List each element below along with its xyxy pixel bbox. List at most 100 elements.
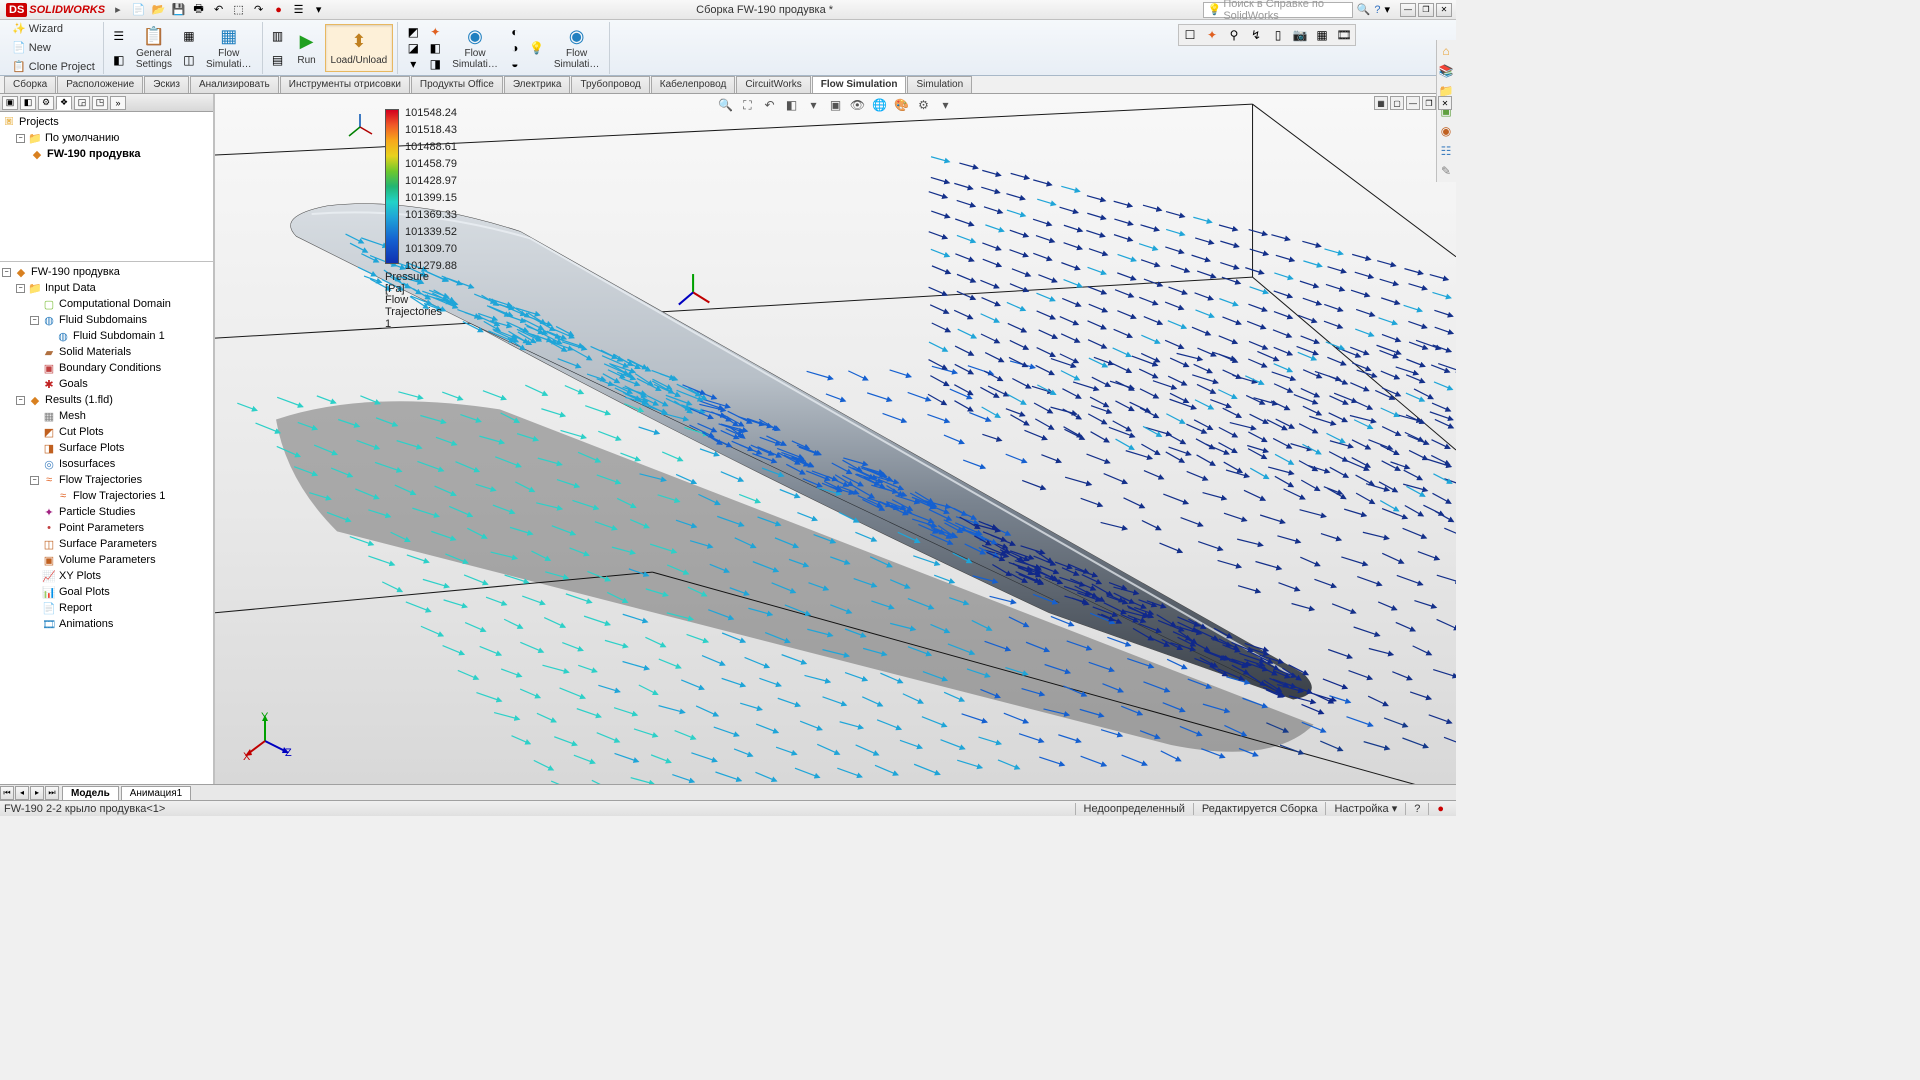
graphics-viewport[interactable]: 🔍 ⛶ ↶ ◧ ▾ ▣ 👁 🌐 🎨 ⚙ ▾ ▦ ▢ — ❐ ✕ 101548.2… <box>215 94 1456 784</box>
collapse-icon[interactable]: − <box>16 134 25 143</box>
menu-dropdown[interactable]: ▸ <box>115 3 121 16</box>
panel-tab-6[interactable]: ◳ <box>92 96 108 110</box>
search-icon[interactable]: 🔍 <box>1357 3 1371 16</box>
qat-options-icon[interactable]: ☰ <box>291 2 307 18</box>
task-appear-icon[interactable]: ◉ <box>1437 122 1455 140</box>
small-icon-14[interactable]: ◑ <box>506 40 524 56</box>
panel-tab-2[interactable]: ◧ <box>20 96 36 110</box>
tree-xy-plots[interactable]: 📈XY Plots <box>2 568 211 584</box>
flow-sim-button-2[interactable]: ◉ Flow Simulati… <box>446 24 504 72</box>
general-settings-button[interactable]: 📋 General Settings <box>130 24 178 72</box>
display-style-icon[interactable]: ▣ <box>827 96 845 114</box>
small-icon-12[interactable]: ◨ <box>426 56 444 72</box>
tree-projects-root[interactable]: 🞖 Projects <box>2 114 211 130</box>
tab-model[interactable]: Модель <box>62 786 119 800</box>
tree-report[interactable]: 📄Report <box>2 600 211 616</box>
tree-fluid-sub[interactable]: −◍Fluid Subdomains <box>2 312 211 328</box>
panel-tab-5[interactable]: ◲ <box>74 96 90 110</box>
tab-evaluate[interactable]: Анализировать <box>190 76 279 93</box>
ctx-icon-2[interactable]: ✦ <box>1203 27 1221 43</box>
ctx-icon-1[interactable]: ☐ <box>1181 27 1199 43</box>
vp-min-icon[interactable]: — <box>1406 96 1420 110</box>
tree-flow-traj[interactable]: −≈Flow Trajectories <box>2 472 211 488</box>
qat-dropdown-icon[interactable]: ▾ <box>311 2 327 18</box>
prev-view-icon[interactable]: ↶ <box>761 96 779 114</box>
small-icon-16[interactable]: 💡 <box>528 40 546 56</box>
tree-goals[interactable]: ✱Goals <box>2 376 211 392</box>
tab-simulation[interactable]: Simulation <box>907 76 972 93</box>
task-forum-icon[interactable]: ✎ <box>1437 162 1455 180</box>
tab-animation[interactable]: Анимация1 <box>121 786 192 800</box>
small-icon-7[interactable]: ◩ <box>404 24 422 40</box>
tab-cabling[interactable]: Кабелепровод <box>651 76 736 93</box>
tree-comp-domain[interactable]: ▢Computational Domain <box>2 296 211 312</box>
qat-print-icon[interactable]: 🖶 <box>191 2 207 18</box>
tree-default[interactable]: − 📁 По умолчанию <box>2 130 211 146</box>
clone-project-button[interactable]: 📋 Clone Project <box>8 58 99 75</box>
vp-max-icon[interactable]: ❐ <box>1422 96 1436 110</box>
task-lib-icon[interactable]: 📚 <box>1437 62 1455 80</box>
small-icon-1[interactable]: ☰ <box>110 28 128 44</box>
zoom-fit-icon[interactable]: 🔍 <box>717 96 735 114</box>
close-button[interactable]: ✕ <box>1436 3 1452 17</box>
appearance-icon[interactable]: 🎨 <box>893 96 911 114</box>
ctx-icon-6[interactable]: 📷 <box>1291 27 1309 43</box>
load-unload-button[interactable]: ⬍ Load/Unload <box>325 24 394 72</box>
tree-point-param[interactable]: •Point Parameters <box>2 520 211 536</box>
hide-show-icon[interactable]: 👁 <box>849 96 867 114</box>
tab-sketch[interactable]: Эскиз <box>144 76 189 93</box>
help-search-box[interactable]: 💡 Поиск в Справке по SolidWorks <box>1203 2 1353 18</box>
panel-tab-4[interactable]: ❖ <box>56 96 72 110</box>
tree-cut-plots[interactable]: ◩Cut Plots <box>2 424 211 440</box>
vp-single-icon[interactable]: ▢ <box>1390 96 1404 110</box>
wizard-button[interactable]: ✨ Wizard <box>8 20 67 37</box>
ctx-icon-7[interactable]: ▦ <box>1313 27 1331 43</box>
view-dropdown-icon[interactable]: ▾ <box>937 96 955 114</box>
expand-icon[interactable]: − <box>30 476 39 485</box>
expand-icon[interactable]: − <box>16 284 25 293</box>
nav-next-icon[interactable]: ▸ <box>30 786 44 800</box>
view-orient-icon[interactable]: ▾ <box>805 96 823 114</box>
small-icon-2[interactable]: ◧ <box>110 52 128 68</box>
panel-tab-arrow[interactable]: » <box>110 96 126 110</box>
small-icon-6[interactable]: ▤ <box>269 52 287 68</box>
tab-assembly[interactable]: Сборка <box>4 76 56 93</box>
qat-rebuild-icon[interactable]: ● <box>271 2 287 18</box>
tree-particle[interactable]: ✦Particle Studies <box>2 504 211 520</box>
small-icon-8[interactable]: ◪ <box>404 40 422 56</box>
small-icon-4[interactable]: ◫ <box>180 52 198 68</box>
flow-sim-button-1[interactable]: ▦ Flow Simulati… <box>200 24 258 72</box>
small-icon-5[interactable]: ▥ <box>269 28 287 44</box>
ctx-icon-5[interactable]: ▯ <box>1269 27 1287 43</box>
small-icon-13[interactable]: ◐ <box>506 24 524 40</box>
section-icon[interactable]: ◧ <box>783 96 801 114</box>
qat-save-icon[interactable]: 💾 <box>171 2 187 18</box>
tab-circuitworks[interactable]: CircuitWorks <box>736 76 810 93</box>
tab-flow-simulation[interactable]: Flow Simulation <box>812 76 907 93</box>
small-icon-15[interactable]: ◒ <box>506 56 524 72</box>
small-icon-9[interactable]: ▾ <box>404 56 422 72</box>
run-button[interactable]: ▶ Run <box>289 24 325 72</box>
tab-layout[interactable]: Расположение <box>57 76 143 93</box>
status-customize[interactable]: Настройка ▾ <box>1325 802 1405 815</box>
tree-mesh[interactable]: ▦Mesh <box>2 408 211 424</box>
tree-goal-plots[interactable]: 📊Goal Plots <box>2 584 211 600</box>
help-dropdown-icon[interactable]: ▾ <box>1384 3 1390 16</box>
zoom-area-icon[interactable]: ⛶ <box>739 96 757 114</box>
tree-animations[interactable]: 🎞Animations <box>2 616 211 632</box>
panel-tab-3[interactable]: ⚙ <box>38 96 54 110</box>
status-help-icon[interactable]: ? <box>1405 803 1428 815</box>
restore-button[interactable]: ❐ <box>1418 3 1434 17</box>
ctx-icon-4[interactable]: ↯ <box>1247 27 1265 43</box>
view-settings-icon[interactable]: ⚙ <box>915 96 933 114</box>
expand-icon[interactable]: − <box>2 268 11 277</box>
small-icon-10[interactable]: ✦ <box>426 24 444 40</box>
new-project-button[interactable]: 📄 New <box>8 39 55 56</box>
vp-grid-icon[interactable]: ▦ <box>1374 96 1388 110</box>
scene-icon[interactable]: 🌐 <box>871 96 889 114</box>
tree-project[interactable]: ◆ FW-190 продувка <box>2 146 211 162</box>
panel-tab-1[interactable]: ▣ <box>2 96 18 110</box>
tree-surface-param[interactable]: ◫Surface Parameters <box>2 536 211 552</box>
expand-icon[interactable]: − <box>30 316 39 325</box>
tab-electrical[interactable]: Электрика <box>504 76 571 93</box>
